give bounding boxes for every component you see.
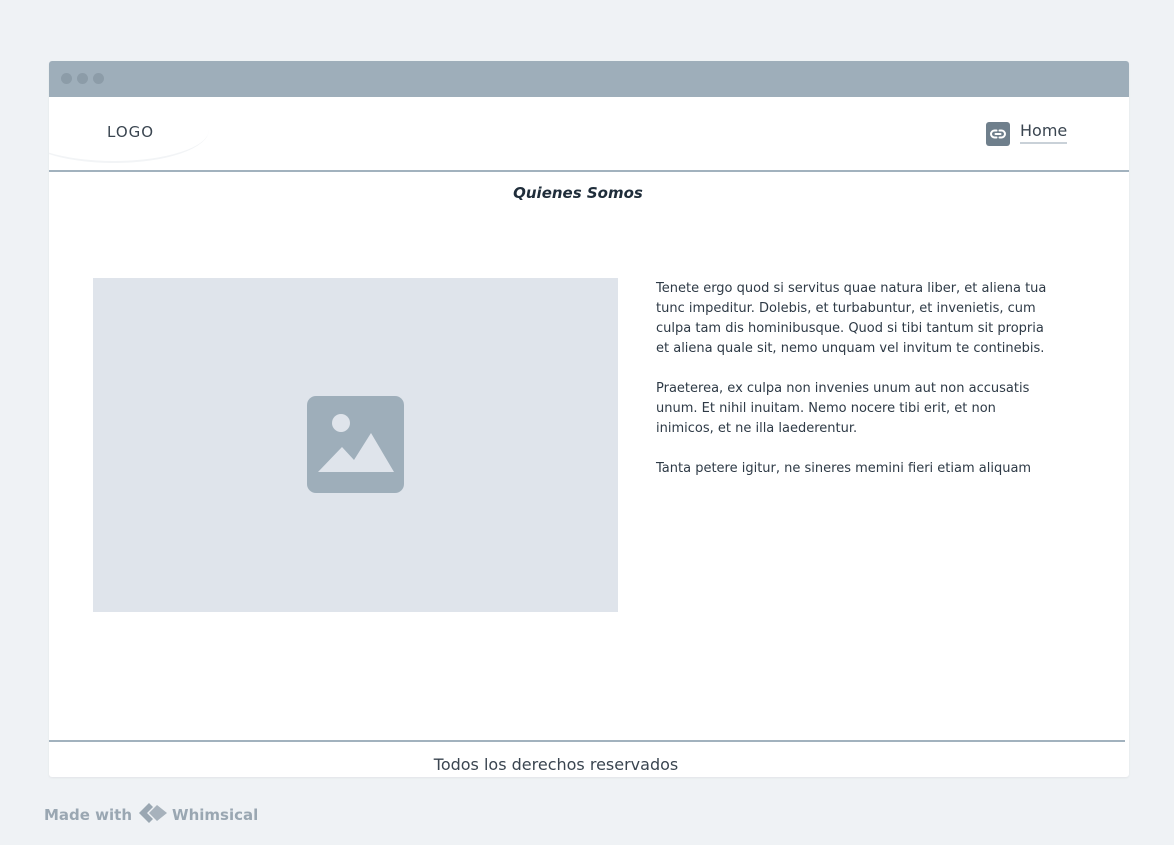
window-dot-maximize[interactable] [93, 73, 104, 84]
paragraph: Tenete ergo quod si servitus quae natura… [656, 281, 1047, 356]
browser-window: LOGO Home Quienes Somos Tenete ergo quod… [49, 61, 1129, 777]
nav-home-link[interactable]: Home [1020, 121, 1068, 144]
whimsical-brand: Whimsical [172, 806, 259, 824]
link-icon [986, 122, 1010, 146]
footer-divider [49, 740, 1125, 742]
made-with-whimsical[interactable]: Made with Whimsical [44, 802, 258, 828]
window-titlebar [49, 61, 1129, 97]
image-placeholder [93, 278, 618, 612]
image-icon [307, 396, 404, 493]
site-header: LOGO Home [49, 97, 1129, 172]
logo[interactable]: LOGO [107, 123, 154, 141]
window-dot-minimize[interactable] [77, 73, 88, 84]
about-text: Tenete ergo quod si servitus quae natura… [656, 279, 1056, 499]
made-with-label: Made with [44, 806, 133, 824]
footer-text: Todos los derechos reservados [433, 755, 679, 774]
window-dot-close[interactable] [61, 73, 72, 84]
paragraph: Praeterea, ex culpa non invenies unum au… [656, 381, 1030, 436]
whimsical-logo-icon [138, 802, 168, 828]
paragraph: Tanta petere igitur, ne sineres memini f… [656, 461, 1032, 476]
page-title: Quienes Somos [513, 184, 643, 202]
